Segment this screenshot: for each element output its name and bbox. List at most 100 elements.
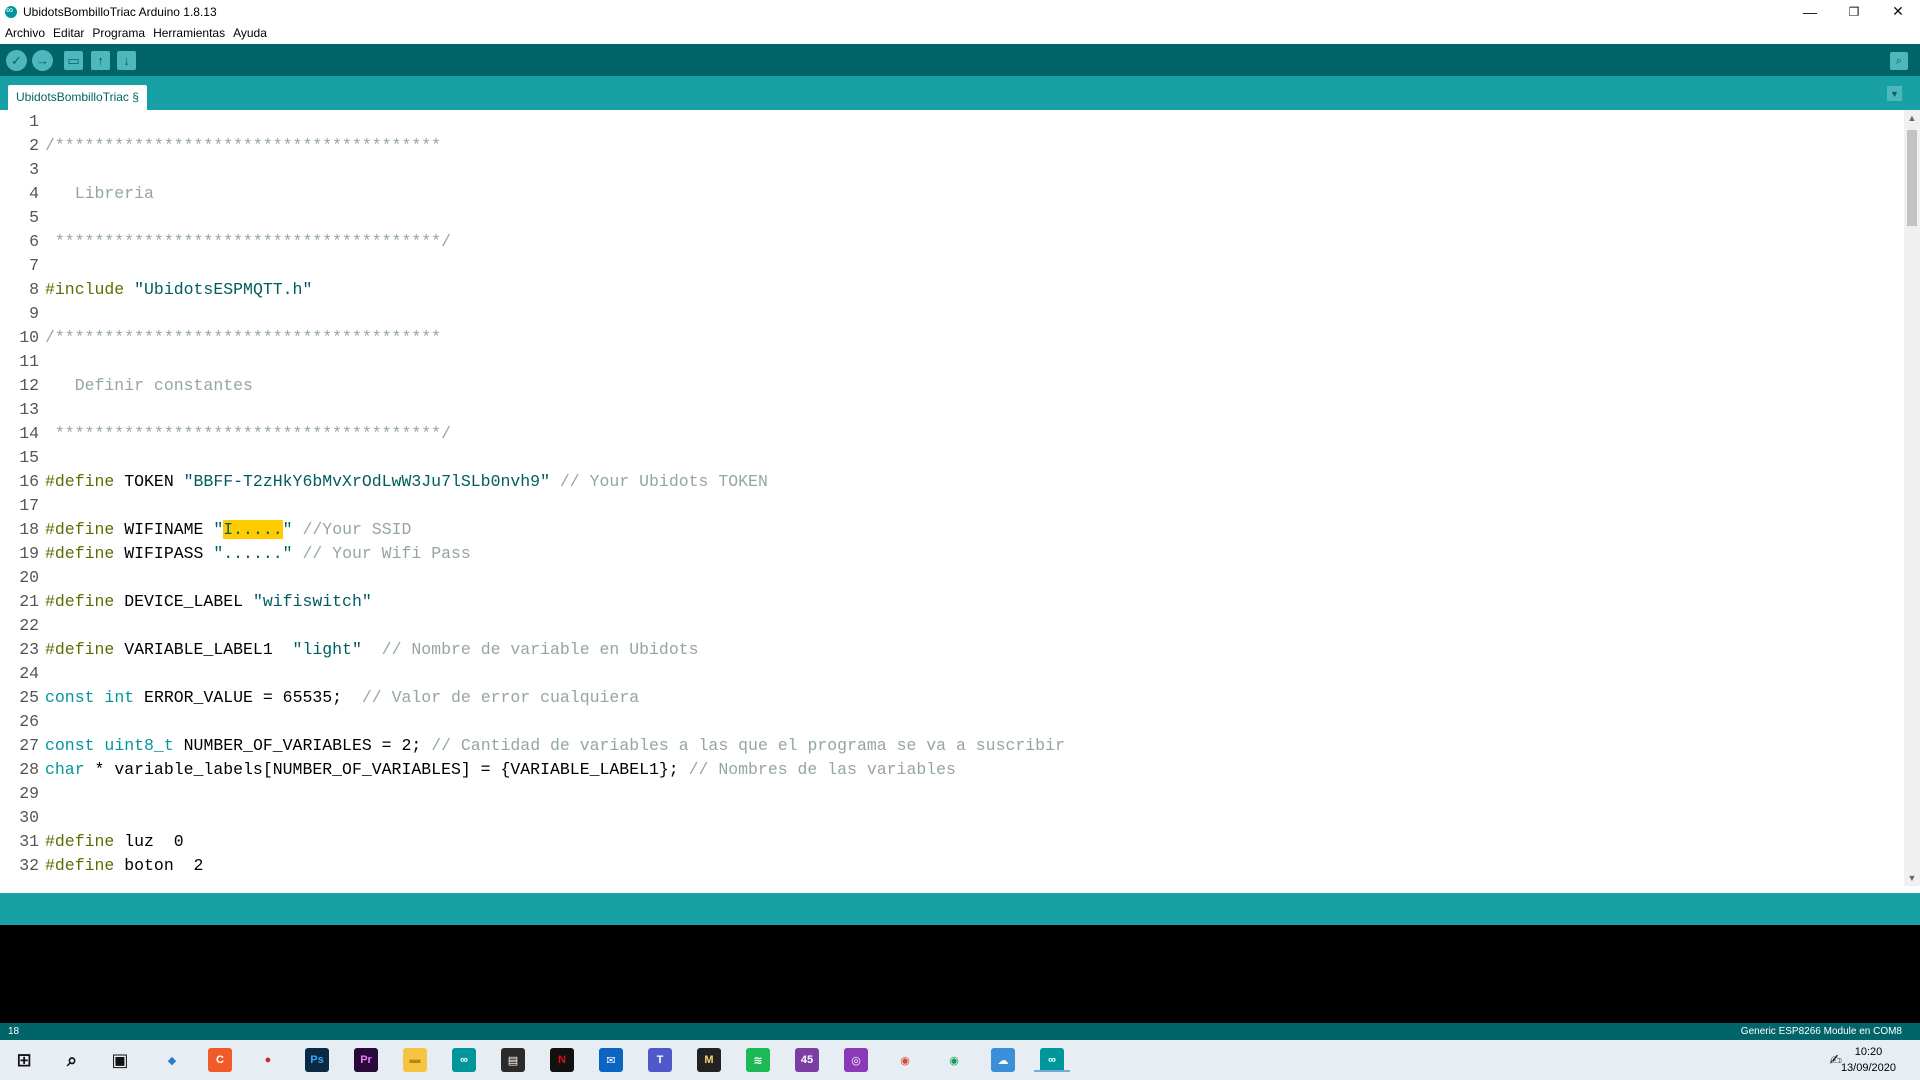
code-line[interactable]: 5: [0, 206, 1904, 230]
minimize-button[interactable]: —: [1788, 0, 1832, 23]
chrome-profile-icon[interactable]: ◉: [942, 1048, 966, 1072]
photoshop-icon[interactable]: Ps: [305, 1048, 329, 1072]
menu-archivo[interactable]: Archivo: [0, 23, 49, 43]
code-line[interactable]: 13: [0, 398, 1904, 422]
browser-icon[interactable]: ◆: [160, 1048, 184, 1072]
system-clock[interactable]: 10:20 13/09/2020: [1841, 1044, 1896, 1076]
chrome-icon[interactable]: ◉: [893, 1048, 917, 1072]
code-line[interactable]: 4 Libreria: [0, 182, 1904, 206]
tab-ubidotsbombillotriac[interactable]: UbidotsBombilloTriac §: [8, 85, 147, 110]
search-icon[interactable]: ⌕: [60, 1048, 84, 1072]
code-line[interactable]: 31 #define luz 0: [0, 830, 1904, 854]
code-line[interactable]: 28 char * variable_labels[NUMBER_OF_VARIA…: [0, 758, 1904, 782]
code-text[interactable]: #define VARIABLE_LABEL1 "light" // Nombr…: [45, 638, 699, 662]
code-line[interactable]: 19 #define WIFIPASS "......" // Your Wifi…: [0, 542, 1904, 566]
mail-icon[interactable]: ✉: [599, 1048, 623, 1072]
code-line[interactable]: 11: [0, 350, 1904, 374]
scroll-thumb[interactable]: [1907, 130, 1917, 226]
app-orange-icon[interactable]: C: [208, 1048, 232, 1072]
code-line[interactable]: 29: [0, 782, 1904, 806]
code-line[interactable]: 12 Definir constantes: [0, 374, 1904, 398]
app-purple-icon[interactable]: 45: [795, 1048, 819, 1072]
code-line[interactable]: 15: [0, 446, 1904, 470]
code-line[interactable]: 7: [0, 254, 1904, 278]
restore-button[interactable]: ❐: [1832, 0, 1876, 23]
code-text[interactable]: #define TOKEN "BBFF-T2zHkY6bMvXrOdLwW3Ju…: [45, 470, 768, 494]
code-text[interactable]: ***************************************/: [45, 422, 451, 446]
start-icon[interactable]: ⊞: [12, 1048, 36, 1072]
notes-icon[interactable]: M: [697, 1048, 721, 1072]
code-line[interactable]: 9: [0, 302, 1904, 326]
code-line[interactable]: 23 #define VARIABLE_LABEL1 "light" // Nom…: [0, 638, 1904, 662]
store-icon[interactable]: ▤: [501, 1048, 525, 1072]
scroll-up-arrow[interactable]: ▲: [1904, 110, 1920, 126]
menu-programa[interactable]: Programa: [88, 23, 149, 43]
code-text[interactable]: Definir constantes: [45, 374, 253, 398]
code-text[interactable]: #define DEVICE_LABEL "wifiswitch": [45, 590, 372, 614]
code-line[interactable]: 22: [0, 614, 1904, 638]
code-line[interactable]: 21 #define DEVICE_LABEL "wifiswitch": [0, 590, 1904, 614]
code-text[interactable]: #define WIFIPASS "......" // Your Wifi P…: [45, 542, 471, 566]
code-line[interactable]: 24: [0, 662, 1904, 686]
code-line[interactable]: 10 /*************************************…: [0, 326, 1904, 350]
code-text[interactable]: /***************************************: [45, 326, 441, 350]
code-text[interactable]: #define boton 2: [45, 854, 203, 878]
line-number: 29: [19, 784, 39, 803]
cloud-app-icon[interactable]: ☁: [991, 1048, 1015, 1072]
code-line[interactable]: 30: [0, 806, 1904, 830]
code-text[interactable]: /***************************************: [45, 134, 441, 158]
instagram-icon[interactable]: ◎: [844, 1048, 868, 1072]
code-line[interactable]: 6 **************************************…: [0, 230, 1904, 254]
menu-herramientas[interactable]: Herramientas: [149, 23, 229, 43]
code-line[interactable]: 16 #define TOKEN "BBFF-T2zHkY6bMvXrOdLwW3…: [0, 470, 1904, 494]
verify-button[interactable]: ✓: [6, 50, 27, 71]
code-line[interactable]: 20: [0, 566, 1904, 590]
serial-monitor-button[interactable]: ⌕: [1890, 52, 1908, 70]
code-line[interactable]: 3: [0, 158, 1904, 182]
arduino-icon[interactable]: ∞: [452, 1048, 476, 1072]
code-token: "BBFF-T2zHkY6bMvXrOdLwW3Ju7lSLb0nvh9": [183, 472, 550, 491]
code-line[interactable]: 8 #include "UbidotsESPMQTT.h": [0, 278, 1904, 302]
code-line[interactable]: 14 *************************************…: [0, 422, 1904, 446]
code-line[interactable]: 25 const int ERROR_VALUE = 65535; // Valo…: [0, 686, 1904, 710]
code-line[interactable]: 2 /**************************************…: [0, 134, 1904, 158]
code-line[interactable]: 17: [0, 494, 1904, 518]
spotify-icon[interactable]: ≋: [746, 1048, 770, 1072]
code-text[interactable]: #define WIFINAME "I....." //Your SSID: [45, 518, 411, 542]
teams-icon[interactable]: T: [648, 1048, 672, 1072]
code-line[interactable]: 27 const uint8_t NUMBER_OF_VARIABLES = 2;…: [0, 734, 1904, 758]
code-token: luz 0: [114, 832, 184, 851]
tab-menu-button[interactable]: ▼: [1887, 86, 1902, 101]
code-text[interactable]: char * variable_labels[NUMBER_OF_VARIABL…: [45, 758, 956, 782]
code-text[interactable]: #include "UbidotsESPMQTT.h": [45, 278, 312, 302]
task-view-icon[interactable]: ▣: [108, 1048, 132, 1072]
save-sketch-button[interactable]: ↓: [117, 51, 136, 70]
file-explorer-icon[interactable]: ▬: [403, 1048, 427, 1072]
code-line[interactable]: 26: [0, 710, 1904, 734]
code-line[interactable]: 32 #define boton 2: [0, 854, 1904, 878]
upload-button[interactable]: →: [32, 50, 53, 71]
code-token: DEVICE_LABEL: [114, 592, 253, 611]
menu-ayuda[interactable]: Ayuda: [229, 23, 271, 43]
code-line[interactable]: 1: [0, 110, 1904, 134]
code-text[interactable]: #define luz 0: [45, 830, 184, 854]
app-red-icon[interactable]: ●: [256, 1048, 280, 1072]
open-sketch-button[interactable]: ↑: [91, 51, 110, 70]
new-sketch-button[interactable]: ▭: [64, 51, 83, 70]
console-output[interactable]: [0, 925, 1920, 1023]
code-text[interactable]: Libreria: [45, 182, 154, 206]
code-token: #define: [45, 544, 115, 563]
netflix-icon[interactable]: N: [550, 1048, 574, 1072]
menu-editar[interactable]: Editar: [49, 23, 88, 43]
editor-scrollbar[interactable]: ▲ ▼: [1904, 110, 1920, 886]
arduino-active-icon[interactable]: ∞: [1034, 1048, 1070, 1072]
code-editor[interactable]: 1 2/*************************************…: [0, 110, 1904, 886]
code-text[interactable]: const int ERROR_VALUE = 65535; // Valor …: [45, 686, 639, 710]
code-text[interactable]: ***************************************/: [45, 230, 451, 254]
scroll-down-arrow[interactable]: ▼: [1904, 870, 1920, 886]
close-button[interactable]: ✕: [1876, 0, 1920, 23]
premiere-icon[interactable]: Pr: [354, 1048, 378, 1072]
code-text[interactable]: const uint8_t NUMBER_OF_VARIABLES = 2; /…: [45, 734, 1065, 758]
code-line[interactable]: 18 #define WIFINAME "I....." //Your SSID: [0, 518, 1904, 542]
